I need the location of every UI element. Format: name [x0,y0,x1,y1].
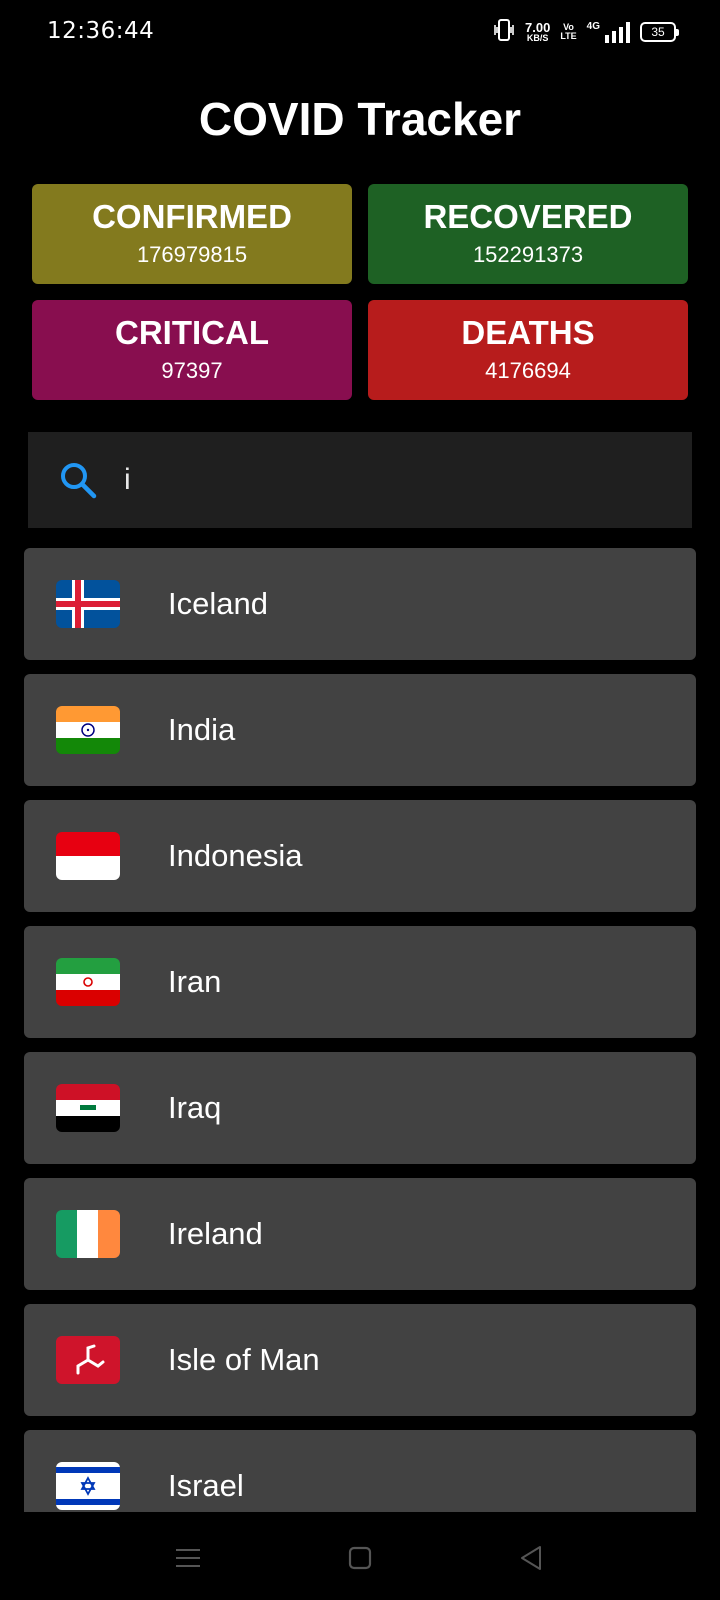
vibrate-icon [493,18,515,47]
country-name: Israel [168,1468,244,1503]
country-name: Ireland [168,1216,263,1251]
country-item-ireland[interactable]: Ireland [24,1178,696,1290]
country-list[interactable]: Iceland India Indonesia Iran Iraq Irelan… [24,548,696,1512]
page-title: COVID Tracker [198,93,522,145]
navigation-bar [0,1512,720,1600]
country-name: India [168,712,236,747]
country-name: Indonesia [168,838,303,873]
iran-flag-icon [56,958,120,1006]
net-speed: 7.00 KB/S [525,20,551,43]
back-icon[interactable] [514,1540,550,1576]
ireland-flag-icon [56,1210,120,1258]
status-time: 12:36:44 [47,18,155,44]
country-name: Iran [168,964,222,999]
deaths-label: DEATHS [461,314,595,351]
indonesia-flag-icon [56,832,120,880]
volte-indicator: Vo LTE [560,22,577,41]
battery-icon: 35 [640,22,679,42]
country-item-iran[interactable]: Iran [24,926,696,1038]
country-item-iraq[interactable]: Iraq [24,1052,696,1164]
india-flag-icon [56,706,120,754]
confirmed-card: CONFIRMED 176979815 [32,184,352,284]
search-input[interactable]: i [124,460,131,500]
recovered-card: RECOVERED 152291373 [368,184,688,284]
deaths-card: DEATHS 4176694 [368,300,688,400]
isle-of-man-flag-icon [56,1336,120,1384]
menu-icon[interactable] [170,1540,206,1576]
signal-icon: 4G [587,21,630,43]
home-icon[interactable] [342,1540,378,1576]
country-item-indonesia[interactable]: Indonesia [24,800,696,912]
confirmed-label: CONFIRMED [92,198,292,235]
search-icon [58,460,98,500]
critical-card: CRITICAL 97397 [32,300,352,400]
country-item-iceland[interactable]: Iceland [24,548,696,660]
country-item-india[interactable]: India [24,674,696,786]
confirmed-value: 176979815 [136,242,248,267]
recovered-label: RECOVERED [423,198,633,235]
israel-flag-icon [56,1462,120,1510]
country-item-israel[interactable]: Israel [24,1430,696,1512]
country-item-isle-of-man[interactable]: Isle of Man [24,1304,696,1416]
search-bar[interactable]: i [28,432,692,528]
critical-label: CRITICAL [115,314,269,351]
status-bar: 12:36:44 7.00 KB/S Vo LTE 4G 35 [0,0,720,64]
recovered-value: 152291373 [472,242,584,267]
status-icons: 7.00 KB/S Vo LTE 4G 35 [493,18,679,47]
deaths-value: 4176694 [485,358,571,383]
country-name: Iraq [168,1090,222,1125]
iraq-flag-icon [56,1084,120,1132]
iceland-flag-icon [56,580,120,628]
country-name: Isle of Man [168,1342,320,1377]
country-name: Iceland [168,586,268,621]
critical-value: 97397 [161,358,223,383]
